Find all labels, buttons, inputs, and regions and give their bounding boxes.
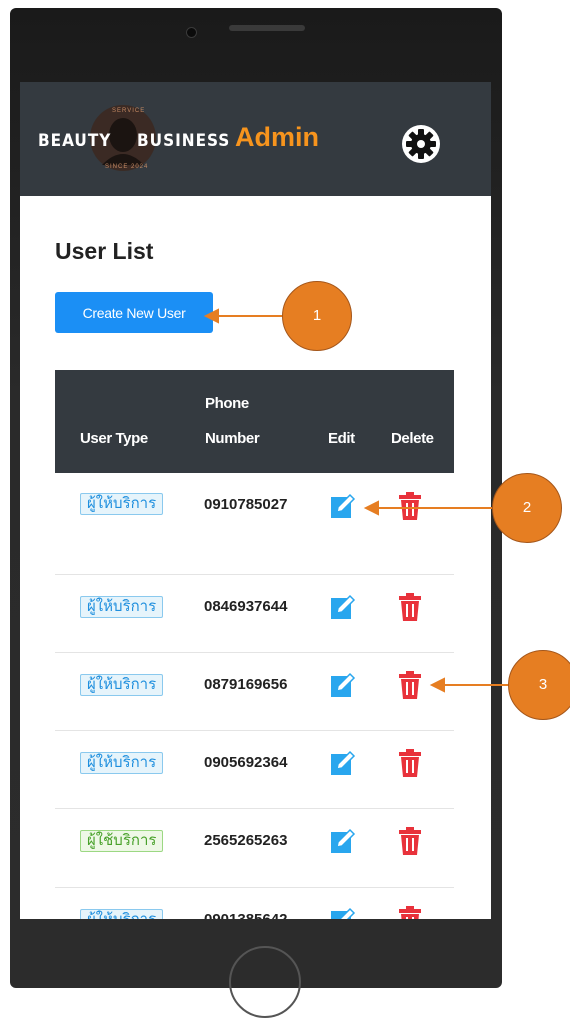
annotation-marker-3: 3 — [508, 650, 570, 720]
annotation-marker-1: 1 — [282, 281, 352, 351]
annotation-arrows — [203, 308, 510, 693]
annotation-marker-2: 2 — [492, 473, 562, 543]
